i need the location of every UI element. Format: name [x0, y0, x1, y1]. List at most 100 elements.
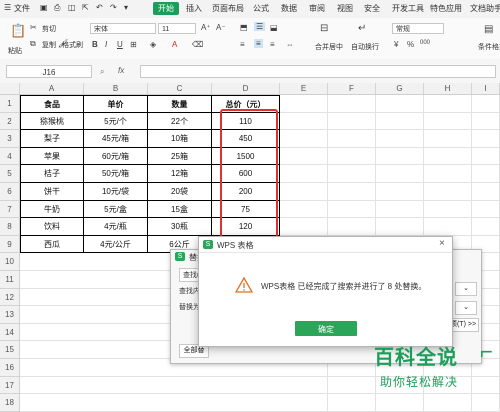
- column-header[interactable]: I: [472, 83, 500, 95]
- clear-format-icon[interactable]: ⌫: [192, 40, 203, 49]
- export-icon[interactable]: ⇱: [82, 3, 89, 12]
- formula-input[interactable]: [140, 65, 496, 78]
- table-cell[interactable]: 梨子: [20, 130, 84, 148]
- row-header[interactable]: 15: [0, 341, 20, 359]
- border-icon[interactable]: ⊞: [130, 40, 137, 49]
- conditional-format-icon[interactable]: ▤: [484, 24, 493, 35]
- tab-formulas[interactable]: 公式: [253, 3, 269, 14]
- row-header[interactable]: 12: [0, 288, 20, 307]
- row-header[interactable]: 3: [0, 130, 20, 148]
- table-header-cell[interactable]: 单价: [84, 95, 148, 113]
- table-cell[interactable]: 5元/个: [84, 112, 148, 131]
- row-header[interactable]: 2: [0, 112, 20, 131]
- preview-icon[interactable]: ◫: [68, 3, 76, 12]
- thousands-button[interactable]: 000: [420, 40, 430, 46]
- paste-icon[interactable]: 📋: [10, 23, 26, 39]
- select-all-corner[interactable]: [0, 83, 20, 95]
- table-cell[interactable]: 12箱: [148, 165, 212, 183]
- column-header[interactable]: H: [424, 83, 472, 95]
- table-cell[interactable]: 60元/箱: [84, 147, 148, 166]
- table-cell[interactable]: 50元/箱: [84, 165, 148, 183]
- column-header[interactable]: G: [376, 83, 424, 95]
- table-cell[interactable]: 饮料: [20, 218, 84, 236]
- cut-icon[interactable]: ✂: [30, 23, 37, 32]
- tab-view[interactable]: 视图: [337, 3, 353, 14]
- ok-button[interactable]: 确定: [295, 321, 357, 336]
- row-header[interactable]: 1: [0, 95, 20, 113]
- row-header[interactable]: 16: [0, 359, 20, 377]
- copy-button[interactable]: 复制: [42, 40, 56, 50]
- tab-doc-assistant[interactable]: 文档助手: [470, 3, 500, 14]
- print-icon[interactable]: ⎙: [54, 3, 60, 13]
- tab-page-layout[interactable]: 页面布局: [212, 3, 244, 14]
- table-cell[interactable]: 10箱: [148, 130, 212, 148]
- merge-center-button[interactable]: 合并居中: [315, 42, 343, 52]
- align-right-icon[interactable]: ≡: [270, 40, 275, 49]
- customize-icon[interactable]: ▾: [124, 3, 128, 12]
- replace-dropdown[interactable]: ⌄: [455, 301, 477, 315]
- tab-insert[interactable]: 插入: [186, 3, 202, 14]
- fill-color-icon[interactable]: ◈: [150, 40, 156, 49]
- tab-data[interactable]: 数据: [281, 3, 297, 14]
- row-header[interactable]: 14: [0, 323, 20, 342]
- format-painter-button[interactable]: 格式刷: [62, 40, 83, 50]
- percent-button[interactable]: %: [407, 40, 414, 49]
- table-header-cell[interactable]: 食品: [20, 95, 84, 113]
- table-cell[interactable]: 猕猴桃: [20, 112, 84, 131]
- table-cell[interactable]: 22个: [148, 112, 212, 131]
- align-center-icon[interactable]: ≡: [254, 39, 263, 48]
- row-header[interactable]: 5: [0, 165, 20, 183]
- column-header[interactable]: D: [212, 83, 280, 95]
- bold-icon[interactable]: B: [92, 40, 98, 49]
- column-header[interactable]: A: [20, 83, 84, 95]
- shrink-font-icon[interactable]: A⁻: [216, 23, 226, 32]
- wrap-text-icon[interactable]: ↵: [358, 23, 366, 34]
- close-icon[interactable]: ×: [439, 238, 445, 249]
- table-cell[interactable]: 15盒: [148, 200, 212, 219]
- table-cell[interactable]: 45元/箱: [84, 130, 148, 148]
- align-left-icon[interactable]: ≡: [240, 40, 245, 49]
- paste-button[interactable]: 粘贴: [8, 46, 22, 56]
- column-header[interactable]: B: [84, 83, 148, 95]
- name-box[interactable]: J16: [6, 65, 92, 78]
- column-header[interactable]: C: [148, 83, 212, 95]
- font-name-combo[interactable]: 宋体: [90, 23, 156, 34]
- table-cell[interactable]: 4元/公斤: [84, 235, 148, 254]
- tab-home[interactable]: 开始: [153, 2, 179, 15]
- undo-icon[interactable]: ↶: [96, 3, 103, 12]
- italic-icon[interactable]: I: [105, 40, 107, 49]
- row-header[interactable]: 6: [0, 183, 20, 201]
- table-cell[interactable]: 西瓜: [20, 235, 84, 254]
- table-cell[interactable]: 苹果: [20, 147, 84, 166]
- tab-security[interactable]: 安全: [364, 3, 380, 14]
- table-cell[interactable]: 5元/盒: [84, 200, 148, 219]
- table-header-cell[interactable]: 数量: [148, 95, 212, 113]
- table-cell[interactable]: 牛奶: [20, 200, 84, 219]
- row-header[interactable]: 10: [0, 253, 20, 271]
- align-bottom-icon[interactable]: ⬓: [270, 23, 278, 32]
- fx-icon[interactable]: fx: [118, 66, 124, 75]
- save-icon[interactable]: ▣: [40, 3, 48, 12]
- font-size-combo[interactable]: 11: [158, 23, 196, 34]
- row-header[interactable]: 8: [0, 218, 20, 236]
- table-cell[interactable]: 30瓶: [148, 218, 212, 236]
- tab-features[interactable]: 特色应用: [430, 3, 462, 14]
- table-cell[interactable]: 饼干: [20, 183, 84, 201]
- conditional-format-button[interactable]: 条件格式: [478, 42, 500, 52]
- menu-icon[interactable]: ☰: [4, 3, 11, 12]
- distributed-align-icon[interactable]: ⇔: [286, 40, 294, 49]
- menu-file[interactable]: 文件: [14, 3, 30, 14]
- table-cell[interactable]: 20袋: [148, 183, 212, 201]
- row-header[interactable]: 7: [0, 200, 20, 219]
- column-header[interactable]: F: [328, 83, 376, 95]
- copy-icon[interactable]: ⧉: [30, 39, 36, 49]
- redo-icon[interactable]: ↷: [110, 3, 117, 12]
- wrap-text-button[interactable]: 自动换行: [351, 42, 379, 52]
- grow-font-icon[interactable]: A⁺: [201, 23, 211, 32]
- table-cell[interactable]: 4元/瓶: [84, 218, 148, 236]
- find-dropdown[interactable]: ⌄: [455, 282, 477, 296]
- row-header[interactable]: 17: [0, 376, 20, 395]
- currency-icon[interactable]: ¥: [394, 40, 398, 49]
- cut-button[interactable]: 剪切: [42, 24, 56, 34]
- align-middle-icon[interactable]: ☰: [254, 22, 266, 31]
